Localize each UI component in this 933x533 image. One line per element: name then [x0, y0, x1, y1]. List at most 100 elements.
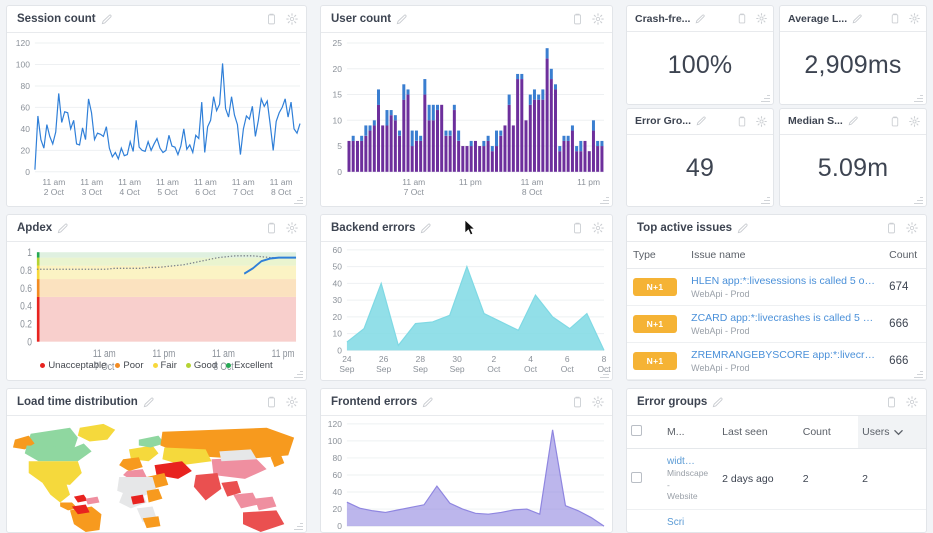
svg-text:40: 40 — [333, 487, 343, 497]
svg-text:24: 24 — [342, 354, 352, 364]
copy-icon[interactable] — [890, 116, 900, 127]
svg-text:4 Oct: 4 Oct — [119, 187, 140, 197]
copy-icon[interactable] — [886, 222, 897, 234]
gear-icon[interactable] — [592, 222, 604, 234]
svg-text:10: 10 — [333, 115, 343, 125]
pencil-icon[interactable] — [737, 223, 748, 234]
resize-handle[interactable] — [914, 369, 923, 378]
pencil-icon[interactable] — [422, 397, 433, 408]
users-cell — [858, 509, 926, 532]
svg-text:11 pm: 11 pm — [577, 177, 600, 187]
copy-icon[interactable] — [886, 396, 897, 408]
column-header-label: Last seen — [722, 426, 768, 438]
copy-icon[interactable] — [266, 222, 277, 234]
pencil-icon[interactable] — [396, 14, 407, 25]
pencil-icon[interactable] — [852, 13, 862, 24]
metric-tile-header: Error Gro... — [627, 109, 773, 135]
copy-icon[interactable] — [572, 222, 583, 234]
table-row[interactable]: widt… Mindscape - Website 2 days ago 2 2 — [627, 448, 926, 510]
pencil-icon[interactable] — [143, 397, 154, 408]
gear-icon[interactable] — [906, 396, 918, 408]
gear-icon[interactable] — [909, 115, 920, 127]
column-header-issue-name[interactable]: Issue name — [685, 242, 884, 269]
metric-tile-header: Average L... — [780, 6, 926, 32]
copy-icon[interactable] — [266, 396, 277, 408]
resize-handle[interactable] — [600, 369, 609, 378]
column-header-count[interactable]: Count — [798, 416, 859, 449]
table-row[interactable]: Scri — [627, 509, 926, 532]
svg-text:0: 0 — [25, 167, 30, 177]
copy-icon[interactable] — [572, 396, 583, 408]
svg-text:Oct: Oct — [487, 364, 501, 374]
backend-errors-title: Backend errors — [331, 222, 416, 234]
error-source-line-0: Mindscape — [667, 468, 709, 478]
copy-icon[interactable] — [266, 13, 277, 25]
table-row[interactable]: N+1 HLEN app:*:livesessions is called 5 o… — [627, 268, 926, 306]
resize-handle[interactable] — [914, 195, 923, 204]
column-header-count[interactable]: Count — [883, 242, 926, 269]
svg-text:0.8: 0.8 — [20, 265, 32, 277]
gear-icon[interactable] — [286, 13, 298, 25]
pencil-icon[interactable] — [848, 116, 858, 126]
top-active-issues-header: Top active issues — [627, 215, 926, 242]
pencil-icon[interactable] — [695, 13, 706, 24]
user-count-card: User count 0 5 10 15 20 25 11 am 7 Oct 11 pm 11 a… — [320, 5, 613, 207]
widget-cell-metric-tiles: Crash-fre... 100% Average L... 2,909ms Error… — [620, 0, 933, 207]
select-all-checkbox[interactable] — [631, 425, 642, 436]
apdex-legend-item-4[interactable]: Excellent — [226, 360, 273, 371]
user-count-title: User count — [331, 13, 392, 25]
user-count-actions — [572, 13, 604, 25]
table-row[interactable]: N+1 ZCARD app:*:livecrashes is called 5 o… — [627, 305, 926, 343]
gear-icon[interactable] — [592, 13, 604, 25]
issue-name-link[interactable]: ZCARD app:*:livecrashes is called 5 or m… — [691, 312, 877, 324]
pencil-icon[interactable] — [420, 223, 431, 234]
resize-handle[interactable] — [914, 93, 923, 102]
resize-handle[interactable] — [294, 195, 303, 204]
resize-handle[interactable] — [761, 93, 770, 102]
row-checkbox[interactable] — [631, 471, 642, 483]
gear-icon[interactable] — [592, 396, 604, 408]
svg-text:40: 40 — [20, 124, 30, 134]
copy-icon[interactable] — [737, 13, 747, 24]
apdex-legend-item-1[interactable]: Poor — [115, 360, 144, 371]
pencil-icon[interactable] — [101, 14, 112, 25]
apdex-legend-item-3[interactable]: Good — [185, 360, 217, 371]
apdex-legend-item-0[interactable]: Unacceptable — [40, 360, 106, 371]
gear-icon[interactable] — [756, 115, 767, 127]
error-message-link[interactable]: Scri — [667, 517, 714, 528]
table-header-row: M... Last seen Count Users — [627, 416, 926, 449]
gear-icon[interactable] — [909, 13, 920, 24]
gear-icon[interactable] — [756, 13, 767, 24]
issue-type-badge: N+1 — [633, 278, 677, 296]
issue-name-link[interactable]: ZREMRANGEBYSCORE app:*:livecrashes … — [691, 349, 877, 361]
top-active-issues-actions — [886, 222, 918, 234]
resize-handle[interactable] — [294, 369, 303, 378]
resize-handle[interactable] — [761, 195, 770, 204]
gear-icon[interactable] — [286, 396, 298, 408]
table-row[interactable]: N+1 ZREMRANGEBYSCORE app:*:livecrashes … W… — [627, 342, 926, 380]
gear-icon[interactable] — [906, 222, 918, 234]
issue-name-cell: ZCARD app:*:livecrashes is called 5 or m… — [685, 305, 884, 343]
issue-name-link[interactable]: HLEN app:*:livesessions is called 5 or m… — [691, 275, 877, 287]
copy-icon[interactable] — [572, 13, 583, 25]
resize-handle[interactable] — [294, 521, 303, 530]
column-header-type[interactable]: Type — [627, 242, 686, 269]
error-message-link[interactable]: widt… — [667, 456, 714, 467]
column-header-m-[interactable]: M... — [663, 416, 719, 449]
svg-text:120: 120 — [16, 38, 30, 48]
resize-handle[interactable] — [600, 195, 609, 204]
column-header-last-seen[interactable]: Last seen — [718, 416, 799, 449]
column-header-users[interactable]: Users — [858, 416, 926, 449]
pencil-icon[interactable] — [57, 223, 68, 234]
copy-icon[interactable] — [890, 13, 900, 24]
session-count-chart-body: 0 20 40 60 80 100 120 11 am 2 Oct 11 am 3 Oct 11 am… — [7, 33, 306, 206]
chevron-down-icon[interactable] — [893, 429, 903, 436]
apdex-legend-item-2[interactable]: Fair — [152, 360, 177, 371]
metric-tile-value: 49 — [685, 153, 715, 182]
gear-icon[interactable] — [286, 222, 298, 234]
metric-tile-actions — [737, 115, 767, 127]
svg-text:0.6: 0.6 — [20, 283, 32, 295]
copy-icon[interactable] — [737, 116, 747, 127]
pencil-icon[interactable] — [712, 397, 723, 408]
pencil-icon[interactable] — [696, 116, 706, 126]
